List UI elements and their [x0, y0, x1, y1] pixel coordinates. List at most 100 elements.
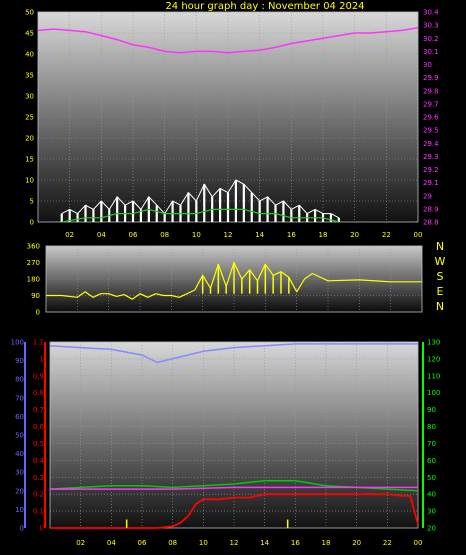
panel1-y-right-tick: 29	[423, 192, 432, 200]
panel3-x-tick: 22	[383, 539, 392, 547]
panel3-y-green-tick: 50	[427, 474, 436, 482]
panel1-y-left-tick: 20	[25, 135, 34, 143]
panel2-y-tick: 180	[27, 276, 40, 284]
panel3-x-tick: 20	[352, 539, 361, 547]
panel3-y-blue-tick: 0	[20, 525, 24, 533]
panel1-x-tick: 14	[255, 231, 264, 239]
panel2-y-tick: 90	[31, 292, 40, 300]
panel3-y-blue-tick: 30	[15, 469, 24, 477]
panel3-y-green-tick: 80	[427, 423, 436, 431]
panel1-y-left-tick: 0	[30, 219, 34, 227]
panel3-y-blue-tick: 70	[15, 394, 24, 402]
panel1-y-left-tick: 50	[25, 9, 34, 17]
panel2-y-tick: 270	[27, 259, 40, 267]
panel1-y-right-tick: 29.4	[423, 140, 439, 148]
panel1-y-right-tick: 29.6	[423, 114, 439, 122]
panel1-y-right-tick: 30	[423, 61, 432, 69]
panel3-y-green-tick: 100	[427, 389, 440, 397]
panel1-x-tick: 06	[129, 231, 138, 239]
panel1-y-right-tick: 28.8	[423, 219, 439, 227]
panel1-y-right-tick: 29.2	[423, 166, 439, 174]
panel1-y-left-tick: 30	[25, 93, 34, 101]
panel3-y-green-tick: 120	[427, 355, 440, 363]
panel3-y-green-tick: 110	[427, 372, 440, 380]
panel1-y-left-tick: 15	[25, 156, 34, 164]
panel3-y-green-tick: 130	[427, 339, 440, 347]
panel1-x-tick: 08	[160, 231, 169, 239]
panel1-x-tick: 10	[192, 231, 201, 239]
panel3-y-red-tick: 0.9	[33, 372, 44, 380]
panel3-x-tick: 14	[260, 539, 269, 547]
panel3-y-blue-tick: 90	[15, 357, 24, 365]
panel1-y-left-tick: 5	[30, 198, 34, 206]
panel1-y-right-tick: 30.3	[423, 22, 439, 30]
panel1-y-left-tick: 35	[25, 72, 34, 80]
panel3-y-green-tick: 40	[427, 491, 436, 499]
panel3-y-blue-tick: 80	[15, 376, 24, 384]
panel3-y-red-tick: 0.8	[33, 389, 44, 397]
direction-label-2: S	[437, 270, 444, 283]
panel1-x-tick: 12	[224, 231, 233, 239]
panel1-x-tick: 20	[350, 231, 359, 239]
panel3-y-green-tick: 30	[427, 508, 436, 516]
panel3-x-tick: 18	[322, 539, 331, 547]
direction-label-4: N	[436, 300, 444, 313]
panel3-x-tick: 02	[76, 539, 85, 547]
panel1-y-right-tick: 30.1	[423, 48, 439, 56]
panel1-y-right-tick: 29.5	[423, 127, 439, 135]
panel3-x-tick: 00	[414, 539, 423, 547]
panel3-y-red-tick: 1.1	[33, 339, 44, 347]
panel3-y-red-tick: 0.6	[33, 423, 45, 431]
panel1-x-tick: 18	[319, 231, 328, 239]
panel3-y-green-tick: 90	[427, 406, 436, 414]
weather-graph: 24 hour graph day : November 04 2024 0 5 1…	[0, 0, 466, 555]
panel3-y-red-tick: 0.1	[33, 508, 44, 516]
panel1-y-right-tick: 29.9	[423, 74, 439, 82]
panel3-x-tick: 06	[138, 539, 147, 547]
panel1-y-right-tick: 29.1	[423, 179, 439, 187]
panel3-x-tick: 04	[107, 539, 116, 547]
panel1-y-left-tick: 25	[25, 114, 34, 122]
panel3-y-green-tick: 60	[427, 457, 436, 465]
direction-label-0: N	[436, 240, 444, 253]
panel2-y-tick: 360	[27, 243, 40, 251]
panel1-y-right-tick: 29.3	[423, 153, 439, 161]
panel1-x-tick: 16	[287, 231, 296, 239]
panel1-y-left-tick: 10	[25, 177, 34, 185]
panel3-y-red-tick: 0	[40, 525, 44, 533]
panel3-y-blue-tick: 20	[15, 487, 24, 495]
panel1-y-left-tick: 45	[25, 30, 34, 38]
panel3-y-blue-tick: 50	[15, 432, 24, 440]
weather-chart-svg: 24 hour graph day : November 04 2024 0 5 1…	[11, 1, 446, 547]
panel3-y-blue-tick: 60	[15, 413, 24, 421]
panel1-x-tick: 04	[97, 231, 106, 239]
panel3-y-blue-tick: 100	[11, 339, 24, 347]
panel3-x-tick: 12	[230, 539, 239, 547]
panel1-y-right-tick: 28.9	[423, 205, 439, 213]
panel1-x-tick: 00	[414, 231, 423, 239]
panel3-y-blue-tick: 40	[15, 450, 24, 458]
panel3-y-red-tick: 0.5	[33, 440, 44, 448]
panel1-y-right-tick: 29.7	[423, 100, 439, 108]
panel2-y-tick: 0	[36, 309, 40, 317]
panel3-y-red-tick: 1	[40, 355, 44, 363]
panel3-y-red-tick: 0.3	[33, 474, 44, 482]
panel3-y-green-tick: 70	[427, 440, 436, 448]
panel1-x-tick: 22	[382, 231, 391, 239]
panel1-y-right-tick: 30.2	[423, 35, 439, 43]
panel1-x-tick: 02	[65, 231, 74, 239]
panel3-y-red-tick: 0.4	[33, 457, 45, 465]
panel1-y-left-tick: 40	[25, 51, 34, 59]
chart-title: 24 hour graph day : November 04 2024	[165, 1, 364, 12]
direction-label-1: W	[435, 255, 446, 268]
panel3-y-red-tick: 0.2	[33, 491, 44, 499]
panel3-y-red-tick: 0.7	[33, 406, 44, 414]
panel1-y-right-tick: 29.8	[423, 87, 439, 95]
panel1-y-right-tick: 30.4	[423, 9, 439, 17]
panel3-y-blue-tick: 10	[15, 506, 24, 514]
panel3-x-tick: 10	[199, 539, 208, 547]
direction-label-3: E	[437, 285, 444, 298]
panel3-x-tick: 08	[168, 539, 177, 547]
panel3-x-tick: 16	[291, 539, 300, 547]
panel3-y-green-tick: 20	[427, 525, 436, 533]
